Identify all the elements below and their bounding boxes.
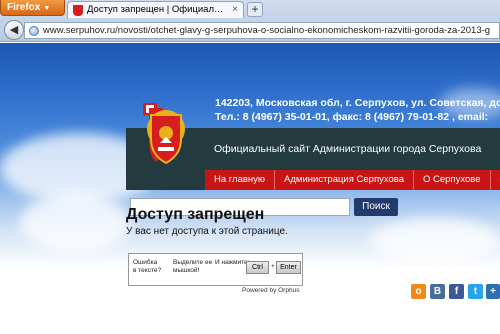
nav-item-home[interactable]: На главную (205, 170, 276, 190)
new-tab-button[interactable]: + (247, 2, 263, 17)
access-denied-message: У вас нет доступа к этой странице. (126, 226, 288, 237)
twitter-icon[interactable]: t (468, 284, 483, 299)
tab-title: Доступ запрещен | Официальный сайт... (87, 4, 227, 15)
ctrl-key-icon: Ctrl (246, 261, 269, 274)
web-page: 142203, Московская обл, г. Серпухов, ул.… (0, 43, 500, 334)
browser-tab[interactable]: Доступ запрещен | Официальный сайт... × (67, 1, 244, 18)
orphus-question-line: Ошибка (133, 259, 158, 266)
orphus-select-hint: Выделите ее мышкой! (173, 259, 212, 275)
vkontakte-icon[interactable]: В (430, 284, 445, 299)
cloud-decoration (370, 218, 500, 263)
orphus-question: Ошибка в тексте? (133, 259, 161, 275)
nav-item-more[interactable]: Зе (491, 170, 500, 190)
city-emblem-icon[interactable] (143, 103, 190, 165)
back-button[interactable]: ◀ (4, 20, 24, 40)
orphus-press-hint: И нажмите: (215, 259, 250, 266)
more-icon[interactable]: + (486, 284, 500, 299)
chevron-down-icon: ▼ (43, 5, 51, 12)
header-address: 142203, Московская обл, г. Серпухов, ул.… (215, 97, 500, 109)
enter-key-icon: Enter (276, 261, 301, 274)
address-bar[interactable]: www.serpuhov.ru/novosti/otchet-glavy-g-s… (24, 22, 500, 39)
orphus-widget[interactable]: Ошибка в тексте? Выделите ее мышкой! И н… (128, 253, 303, 286)
firefox-menu-label: Firefox (7, 2, 41, 13)
header-phones: Тел.: 8 (4967) 35-01-01, факс: 8 (4967) … (215, 111, 489, 123)
browser-chrome: Firefox▼ Доступ запрещен | Официальный с… (0, 0, 500, 42)
site-title: Официальный сайт Администрации города Се… (214, 143, 482, 155)
odnoklassniki-icon[interactable]: о (411, 284, 426, 299)
nav-item-administration[interactable]: Администрация Серпухова (275, 170, 414, 190)
site-favicon-icon (73, 5, 83, 16)
orphus-select-line: Выделите ее (173, 259, 213, 266)
url-text: www.serpuhov.ru/novosti/otchet-glavy-g-s… (43, 25, 491, 36)
main-navigation: На главную Администрация Серпухова О Сер… (205, 170, 500, 190)
nav-left-shade (126, 170, 205, 190)
globe-icon (29, 26, 39, 36)
orphus-plus: + (271, 263, 275, 270)
close-icon[interactable]: × (232, 4, 238, 15)
cloud-decoration (20, 193, 130, 253)
orphus-select-line: мышкой! (173, 267, 200, 274)
orphus-question-line: в тексте? (133, 267, 162, 274)
firefox-menu-button[interactable]: Firefox ▼ (0, 0, 65, 16)
nav-item-about[interactable]: О Серпухове (414, 170, 491, 190)
orphus-powered-by[interactable]: Powered by Orphus (242, 287, 299, 294)
facebook-icon[interactable]: f (449, 284, 464, 299)
arrow-left-icon: ◀ (9, 24, 19, 36)
page-title: Доступ запрещен (126, 206, 265, 223)
search-button[interactable]: Поиск (354, 198, 398, 216)
